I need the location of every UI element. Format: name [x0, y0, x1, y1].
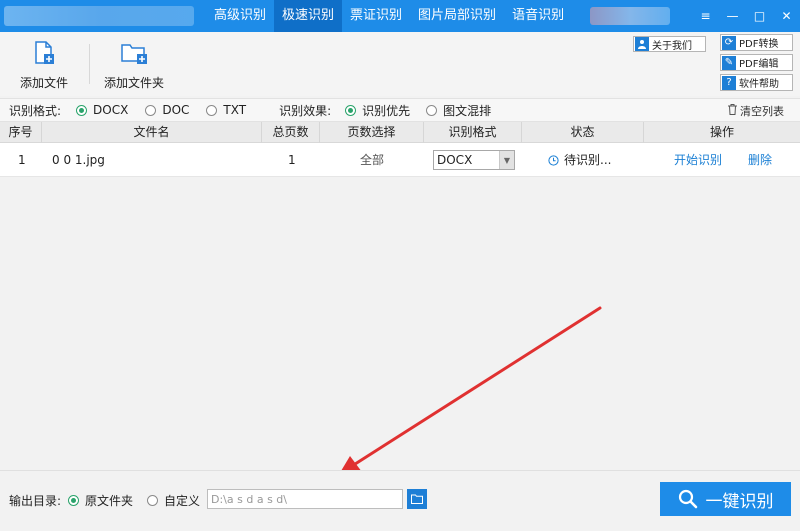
one-click-recognize-button[interactable]: 一键识别	[660, 482, 791, 516]
folder-icon	[411, 494, 423, 504]
output-original-folder-label: 原文件夹	[85, 494, 134, 508]
one-click-recognize-label: 一键识别	[705, 491, 774, 512]
output-dir-label: 输出目录:	[9, 494, 62, 508]
search-icon	[678, 489, 698, 509]
output-custom-radio[interactable]: 自定义	[147, 492, 200, 509]
output-path-input[interactable]	[207, 489, 403, 509]
radio-selected-icon	[68, 495, 79, 506]
output-custom-label: 自定义	[164, 494, 201, 508]
browse-folder-button[interactable]	[407, 489, 427, 509]
radio-icon	[147, 495, 158, 506]
output-original-folder-radio[interactable]: 原文件夹	[68, 492, 133, 509]
red-arrow-annotation	[338, 306, 602, 476]
